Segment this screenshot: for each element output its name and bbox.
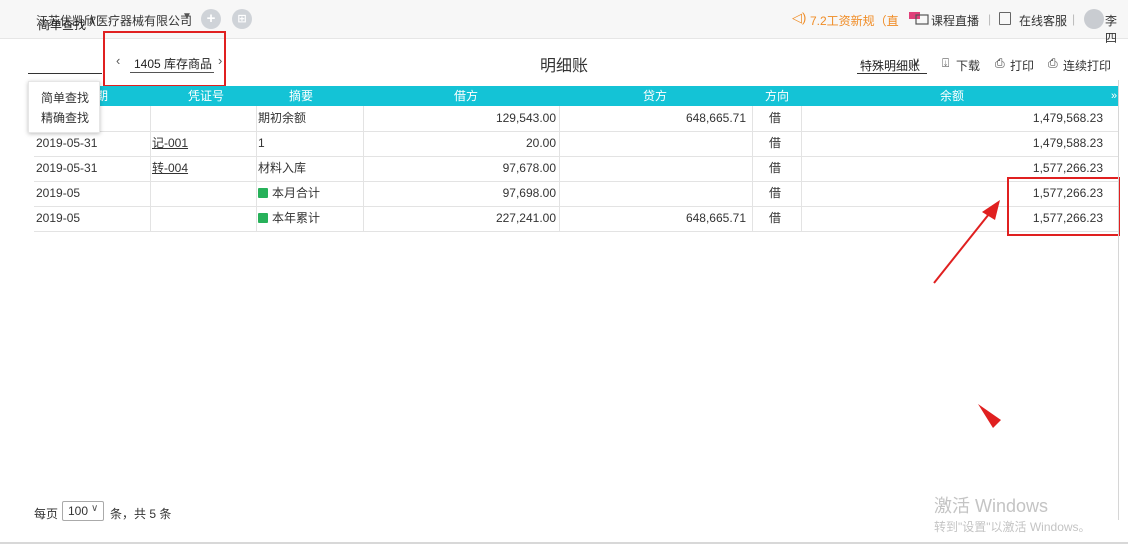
- scrollbar[interactable]: [1118, 80, 1119, 520]
- windows-activation-watermark: 激活 Windows: [934, 496, 1049, 516]
- per-page-select[interactable]: 100 ∨: [62, 501, 104, 521]
- total-count: 条，共 5 条: [110, 507, 172, 521]
- chevron-down-icon: ∨: [91, 503, 99, 514]
- annotation-arrows: [933, 200, 1001, 428]
- windows-activation-hint: 转到"设置"以激活 Windows。: [934, 520, 1091, 534]
- per-page-value: 100: [68, 504, 89, 518]
- per-page-label: 每页: [34, 507, 59, 521]
